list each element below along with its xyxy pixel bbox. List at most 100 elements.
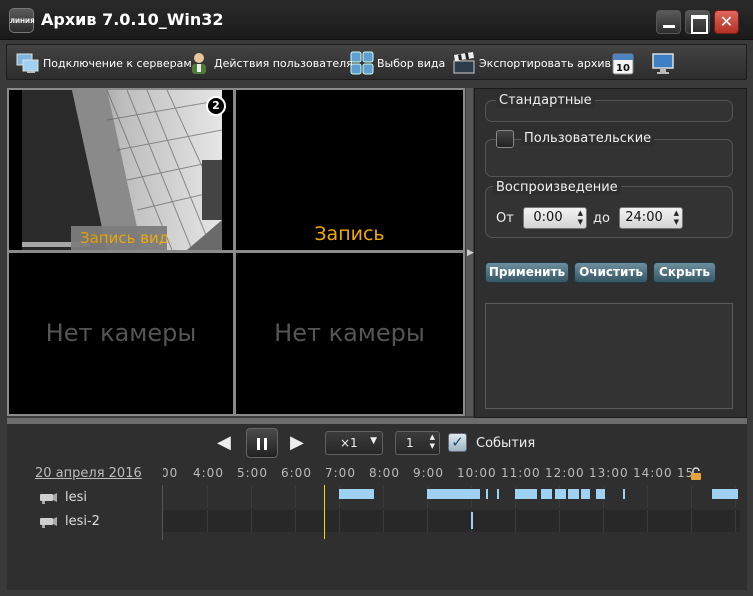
camera-icon	[40, 493, 57, 504]
clear-button[interactable]: Очистить	[574, 262, 648, 283]
chevron-right-icon[interactable]: ▶	[467, 248, 474, 258]
export-archive-button[interactable]: Экспортировать архив	[452, 50, 611, 76]
hour-gridline	[295, 510, 296, 532]
playhead-cursor[interactable]	[324, 485, 325, 539]
camera-icon	[40, 517, 57, 528]
speed-dropdown[interactable]: ×1 ▼	[325, 431, 383, 455]
hour-label: 11:00	[501, 466, 541, 480]
app-logo: ЛИНИЯ	[9, 8, 35, 33]
grid-view-icon	[350, 51, 374, 75]
video-grid: 2 Запись видео Запись Нет камеры Нет кам…	[7, 88, 465, 416]
hour-gridline	[207, 486, 208, 508]
chevron-down-icon: ▼	[370, 436, 377, 446]
camera-name-lesi[interactable]: lesi	[65, 490, 87, 505]
user-actions-button[interactable]: Действия пользователя	[187, 50, 353, 76]
next-frame-button[interactable]: ▶	[290, 432, 304, 453]
custom-checkbox[interactable]	[496, 130, 514, 148]
recording-segment[interactable]	[427, 489, 480, 499]
hour-gridline	[383, 486, 384, 508]
recording-segment[interactable]	[711, 489, 738, 499]
close-button[interactable]: ✕	[714, 10, 739, 34]
speed-value: ×1	[340, 436, 358, 450]
video-cell-2[interactable]: Запись	[236, 90, 463, 250]
filter-panel: Стандартные Пользовательские Воспроизвед…	[474, 88, 747, 418]
recording-segment[interactable]	[471, 512, 474, 529]
hour-gridline	[427, 510, 428, 532]
hour-gridline	[383, 510, 384, 532]
main-toolbar: Подключение к серверам Действия пользова…	[6, 44, 747, 80]
recording-segment[interactable]	[515, 489, 537, 499]
video-cell-1[interactable]: 2 Запись видео	[9, 90, 233, 250]
calendar-day: 10	[616, 63, 630, 74]
minimize-button[interactable]	[656, 10, 681, 34]
recording-segment[interactable]	[596, 489, 606, 499]
step-spinner[interactable]: 1 ▲ ▼	[395, 431, 440, 455]
hour-label: 8:00	[369, 466, 400, 480]
monitor-button[interactable]	[651, 50, 678, 76]
spinner-arrows-icon[interactable]: ▲ ▼	[578, 209, 583, 227]
connect-servers-button[interactable]: Подключение к серверам	[16, 50, 192, 76]
view-select-button[interactable]: Выбор вида	[350, 50, 445, 76]
window-title: Архив 7.0.10_Win32	[41, 10, 224, 29]
recording-segment[interactable]	[486, 489, 489, 499]
hour-gridline	[691, 510, 692, 532]
lock-icon[interactable]	[689, 467, 703, 481]
no-camera-label: Нет камеры	[274, 319, 425, 347]
standard-title: Стандартные	[496, 93, 595, 108]
recording-label: Запись	[314, 223, 385, 245]
hour-label: 10:00	[457, 466, 497, 480]
monitors-icon	[16, 53, 39, 73]
timeline-date[interactable]: 20 апреля 2016	[35, 466, 142, 481]
camera-name-lesi-2[interactable]: lesi-2	[65, 514, 100, 529]
hour-gridline	[207, 510, 208, 532]
custom-title: Пользовательские	[521, 131, 655, 146]
recording-segment[interactable]	[554, 489, 566, 499]
hide-button[interactable]: Скрыть	[653, 262, 716, 283]
recording-segment[interactable]	[497, 489, 500, 499]
hour-gridline	[515, 510, 516, 532]
recording-segment[interactable]	[339, 489, 375, 499]
hour-gridline	[735, 510, 736, 532]
apply-button[interactable]: Применить	[485, 262, 569, 283]
pause-button[interactable]	[246, 428, 278, 458]
video-cell-4[interactable]: Нет камеры	[236, 253, 463, 414]
hour-label: 5:00	[237, 466, 268, 480]
pause-icon	[257, 438, 267, 450]
hour-gridline	[559, 510, 560, 532]
recording-segment[interactable]	[622, 489, 625, 499]
events-checkbox[interactable]: ✓	[448, 433, 467, 452]
to-time-spinner[interactable]: 24:00 ▲ ▼	[619, 207, 683, 229]
calendar-button[interactable]: 10	[611, 50, 638, 76]
prev-frame-button[interactable]: ◀	[217, 432, 231, 453]
no-camera-label: Нет камеры	[45, 319, 197, 347]
from-time-spinner[interactable]: 0:00 ▲ ▼	[523, 207, 587, 229]
title-bar: ЛИНИЯ Архив 7.0.10_Win32 ✕	[0, 0, 753, 40]
from-label: От	[496, 211, 514, 226]
recording-segment[interactable]	[541, 489, 553, 499]
hour-gridline	[647, 510, 648, 532]
hour-label: 13:00	[589, 466, 629, 480]
recording-label: Запись видео	[71, 226, 167, 250]
user-actions-label: Действия пользователя	[214, 56, 353, 70]
timeline-track-lesi-2[interactable]	[163, 510, 740, 532]
recording-segment[interactable]	[581, 489, 590, 499]
export-archive-label: Экспортировать архив	[479, 56, 612, 70]
video-cell-3[interactable]: Нет камеры	[9, 253, 233, 414]
step-value: 1	[406, 436, 414, 450]
hour-label: 00	[163, 466, 179, 480]
camera-badge: 2	[206, 96, 226, 116]
hour-label: 6:00	[281, 466, 312, 480]
maximize-button[interactable]	[685, 10, 710, 34]
hour-label: 12:00	[545, 466, 585, 480]
timeline-hour-ruler[interactable]: 00 4:00 5:00 6:00 7:00 8:00 9:00 10:00 11:00 12:0…	[163, 466, 740, 482]
connect-servers-label: Подключение к серверам	[43, 56, 192, 70]
spinner-arrows-icon[interactable]: ▲ ▼	[430, 433, 435, 451]
hour-gridline	[251, 486, 252, 508]
hour-gridline	[691, 486, 692, 508]
to-time-value: 24:00	[625, 210, 663, 225]
hour-gridline	[647, 486, 648, 508]
spinner-arrows-icon[interactable]: ▲ ▼	[674, 209, 679, 227]
timeline-track-lesi[interactable]	[163, 486, 740, 508]
events-list[interactable]	[485, 303, 733, 409]
recording-segment[interactable]	[567, 489, 579, 499]
